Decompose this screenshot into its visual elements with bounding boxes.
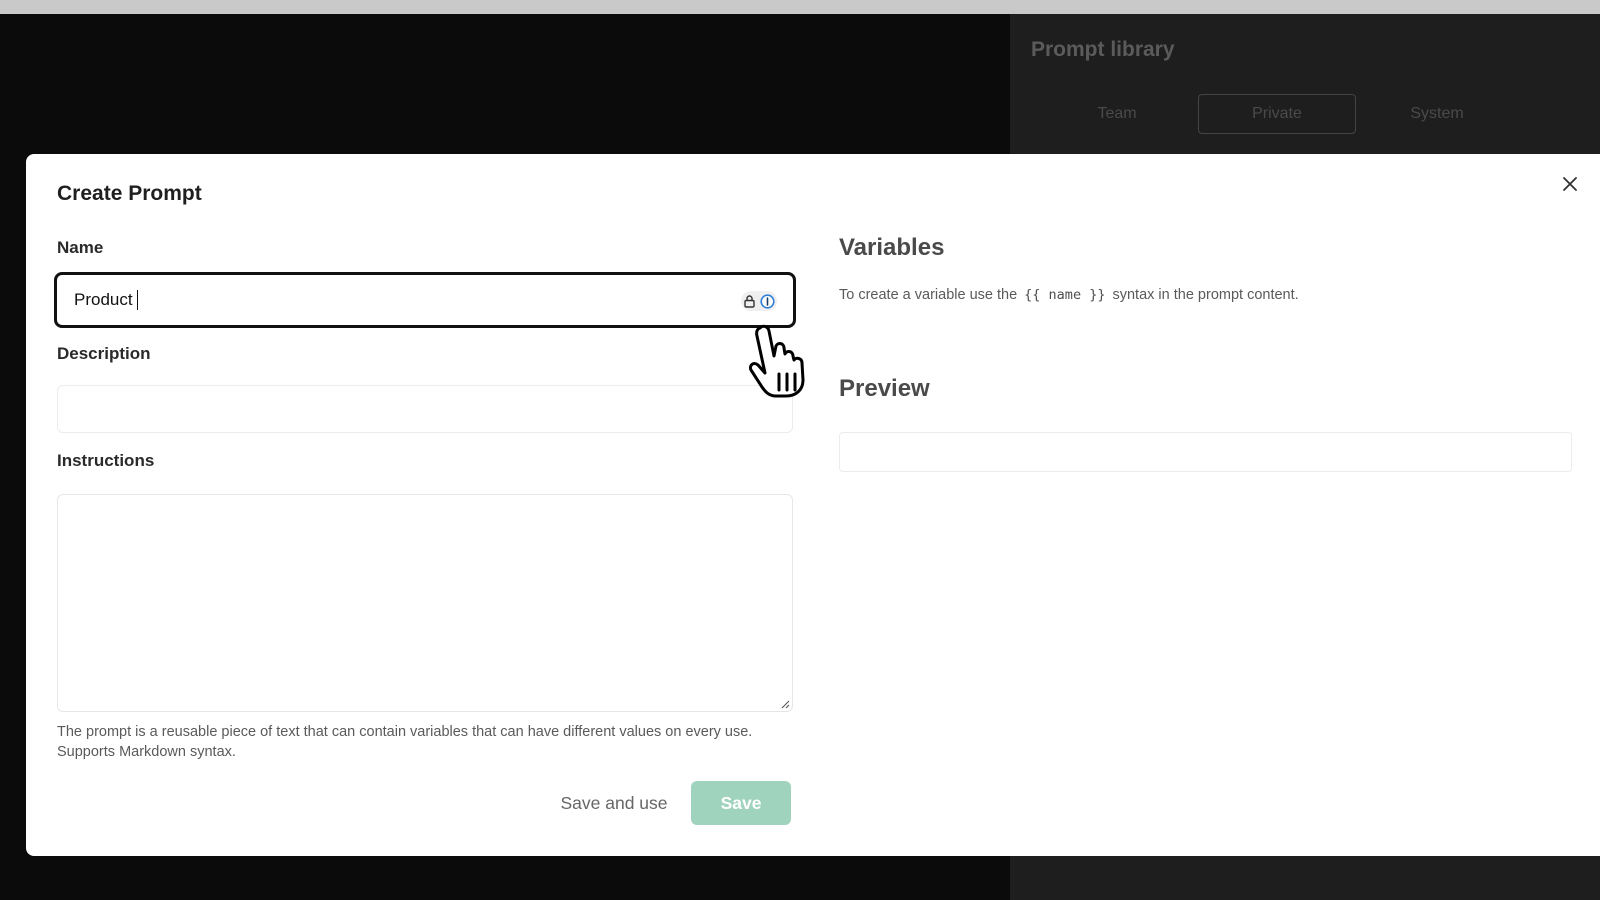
description-label: Description (57, 344, 151, 363)
preview-box (839, 432, 1572, 472)
name-input-value: Product (74, 290, 133, 309)
create-prompt-dialog: Create Prompt Name Product Description I… (26, 154, 1600, 856)
tab-private[interactable]: Private (1198, 94, 1356, 134)
dialog-title: Create Prompt (57, 182, 202, 205)
instructions-textarea[interactable] (57, 494, 793, 712)
browser-top-strip (0, 0, 1600, 14)
tab-team[interactable]: Team (1038, 94, 1196, 134)
info-icon (759, 293, 775, 309)
save-button[interactable]: Save (691, 781, 791, 825)
variables-help-prefix: To create a variable use the (839, 287, 1018, 303)
close-icon (1563, 177, 1577, 191)
name-input[interactable]: Product (54, 272, 796, 328)
password-manager-icons[interactable] (741, 291, 777, 311)
lock-icon (743, 294, 755, 308)
prompt-library-title: Prompt library (1031, 38, 1175, 61)
variable-syntax-code: {{ name }} (1024, 287, 1106, 303)
name-label: Name (57, 238, 104, 257)
variables-help-suffix: syntax in the prompt content. (1112, 287, 1299, 303)
preview-title: Preview (839, 375, 930, 402)
variables-title: Variables (839, 234, 945, 261)
text-caret (136, 290, 138, 310)
tab-system[interactable]: System (1358, 94, 1516, 134)
resize-grip-icon[interactable] (780, 699, 790, 709)
hand-pointer-cursor-icon (749, 324, 805, 398)
description-input[interactable] (57, 385, 793, 433)
instructions-label: Instructions (57, 451, 155, 470)
save-and-use-button[interactable]: Save and use (545, 781, 683, 825)
variables-help-text: To create a variable use the {{ name }} … (839, 287, 1299, 303)
close-button[interactable] (1558, 172, 1582, 196)
instructions-help-text: The prompt is a reusable piece of text t… (57, 724, 753, 760)
